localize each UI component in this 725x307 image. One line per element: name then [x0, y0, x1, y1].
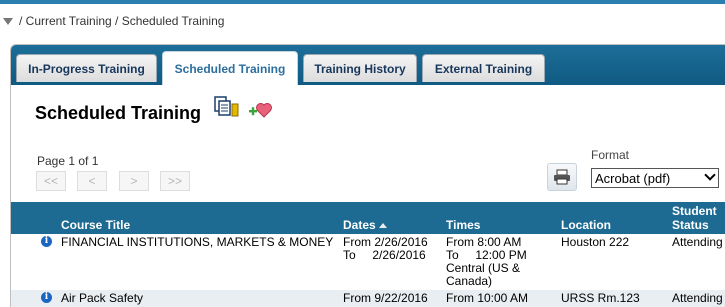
times-cell: From 8:00 AM To 12:00 PM Central (US & Cana… — [446, 236, 527, 288]
table-row[interactable]: i FINANCIAL INSTITUTIONS, MARKETS & MONE… — [11, 234, 725, 290]
tab-bar: In-Progress Training Scheduled Training … — [11, 45, 725, 85]
breadcrumb: / Current Training / Scheduled Training — [3, 12, 224, 30]
print-button[interactable] — [547, 163, 577, 191]
column-label: Student — [672, 204, 717, 218]
next-page-button[interactable]: > — [119, 171, 149, 191]
column-label: Times — [446, 218, 481, 232]
tab-label: External Training — [434, 61, 533, 76]
info-icon[interactable]: i — [41, 236, 52, 247]
format-select[interactable]: Acrobat (pdf) — [591, 168, 719, 188]
format-label: Format — [591, 148, 630, 162]
tab-scheduled-training[interactable]: Scheduled Training — [162, 51, 298, 85]
page-title: Scheduled Training — [35, 103, 202, 123]
printer-icon — [554, 169, 570, 185]
chevron-down-icon — [704, 169, 716, 181]
training-panel: In-Progress Training Scheduled Training … — [10, 44, 725, 307]
copy-documents-icon[interactable] — [214, 96, 240, 120]
location-cell: URSS Rm.123 — [561, 291, 640, 305]
sort-ascending-icon — [378, 223, 387, 228]
column-student-status[interactable]: Student Status — [672, 204, 717, 232]
table-row[interactable]: i Air Pack Safety From 9/22/2016 From 10… — [11, 290, 725, 307]
course-title-cell: Air Pack Safety — [61, 291, 144, 305]
time-to: To 12:00 PM — [446, 248, 527, 262]
status-cell: Attending — [672, 235, 723, 249]
time-zone: Central (US & — [446, 261, 521, 275]
tab-label: Training History — [314, 61, 406, 76]
tab-in-progress-training[interactable]: In-Progress Training — [16, 54, 157, 82]
column-label: Course Title — [61, 218, 131, 232]
status-cell: Attending — [672, 291, 723, 305]
column-label: Dates — [343, 218, 376, 232]
column-location[interactable]: Location — [561, 218, 611, 232]
column-label: Status — [672, 218, 709, 232]
format-selected-value: Acrobat (pdf) — [595, 170, 671, 186]
column-course-title[interactable]: Course Title — [61, 218, 130, 232]
breadcrumb-text: / Current Training / Scheduled Training — [19, 14, 225, 28]
collapse-triangle-icon[interactable] — [3, 17, 13, 25]
column-label: Location — [561, 218, 611, 232]
tab-label: In-Progress Training — [28, 61, 145, 76]
dates-cell: From 9/22/2016 — [343, 291, 428, 305]
previous-page-button[interactable]: < — [77, 171, 107, 191]
info-icon[interactable]: i — [41, 292, 52, 303]
course-title-cell: FINANCIAL INSTITUTIONS, MARKETS & MONEY — [61, 235, 334, 249]
column-times[interactable]: Times — [446, 218, 480, 232]
page-info: Page 1 of 1 — [37, 154, 99, 168]
date-to: To 2/26/2016 — [343, 248, 426, 262]
last-page-button[interactable]: >> — [160, 171, 190, 191]
times-cell: From 10:00 AM — [446, 291, 529, 305]
date-from: From 2/26/2016 — [343, 235, 428, 249]
table-header: Course Title Dates Times Location Studen… — [11, 202, 725, 234]
tab-training-history[interactable]: Training History — [303, 54, 417, 82]
tab-label: Scheduled Training — [174, 61, 286, 76]
time-zone: Canada) — [446, 274, 493, 288]
first-page-button[interactable]: << — [36, 171, 66, 191]
top-accent-bar — [0, 0, 725, 4]
column-dates[interactable]: Dates — [343, 218, 387, 232]
location-cell: Houston 222 — [561, 235, 630, 249]
dates-cell: From 2/26/2016 To 2/26/2016 — [343, 236, 428, 262]
time-from: From 8:00 AM — [446, 235, 522, 249]
tab-external-training[interactable]: External Training — [422, 54, 545, 82]
add-favorite-icon[interactable] — [247, 98, 273, 120]
